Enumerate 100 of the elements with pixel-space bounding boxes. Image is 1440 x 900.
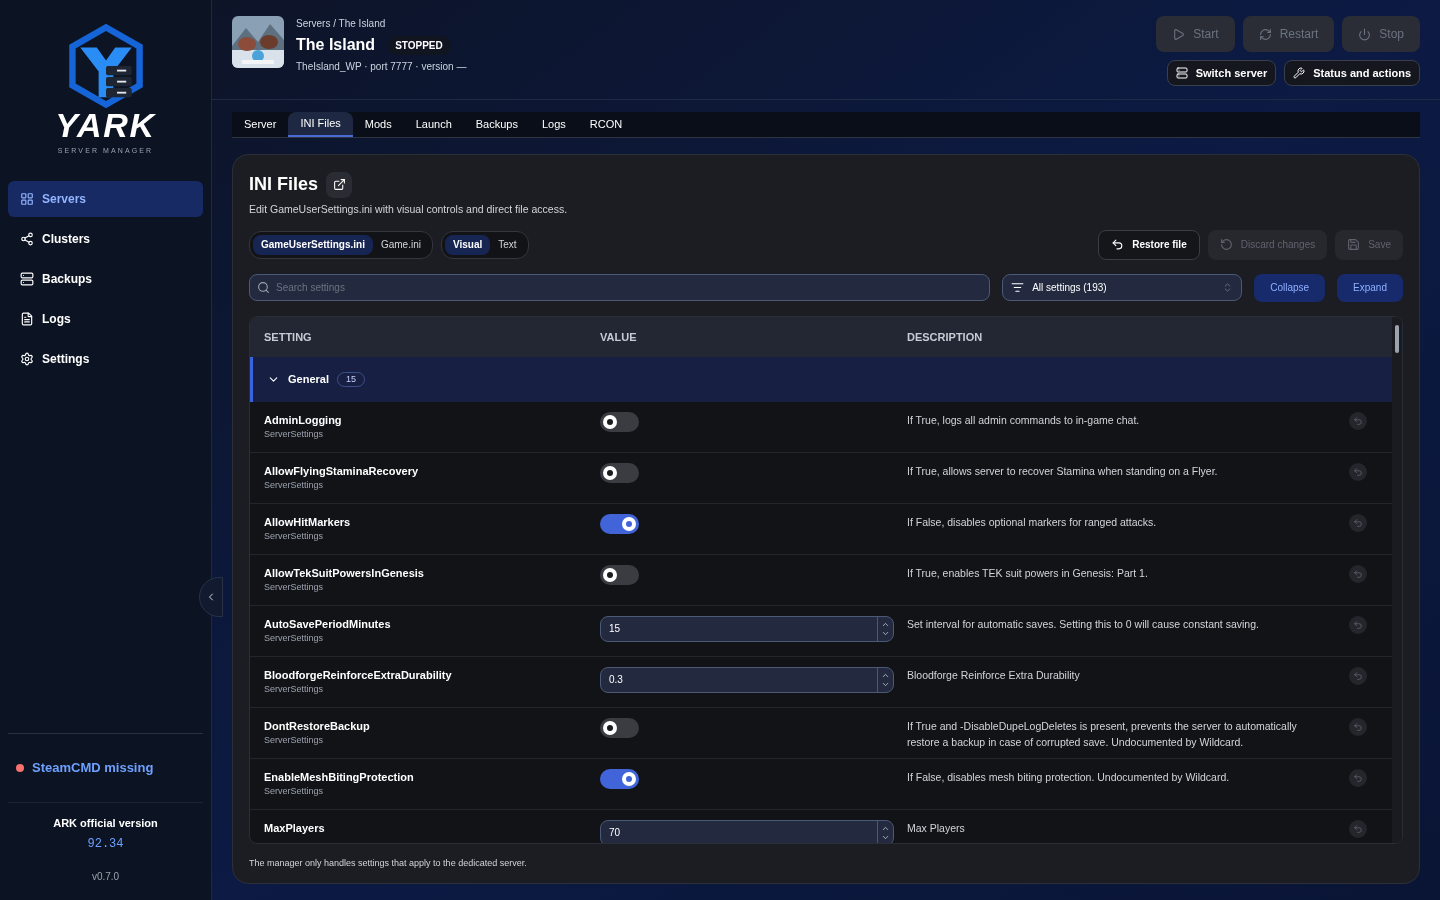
- setting-name: AutoSavePeriodMinutes: [264, 616, 392, 632]
- tab[interactable]: Server: [232, 112, 289, 137]
- grid-icon: [20, 191, 34, 206]
- setting-section: ServerSettings: [264, 632, 600, 646]
- setting-name: AllowHitMarkers: [264, 514, 352, 530]
- undo-icon: [1353, 517, 1363, 528]
- setting-section: ServerSettings: [264, 428, 600, 442]
- panel-footnote: The manager only handles settings that apply to the dedicated server.: [249, 856, 528, 870]
- setting-description: Bloodforge Reinforce Extra Durability: [907, 667, 1081, 683]
- expand-button[interactable]: Expand: [1337, 273, 1403, 302]
- panel-title: INI Files: [249, 173, 319, 196]
- logo-wordmark: YARK: [55, 108, 156, 142]
- tab[interactable]: Backups: [463, 112, 530, 137]
- reset-button[interactable]: [1349, 768, 1367, 787]
- reset-button[interactable]: [1349, 819, 1367, 838]
- undo-icon: [1353, 415, 1363, 426]
- collapse-sidebar-button[interactable]: [199, 576, 223, 617]
- filter-icon: [1011, 281, 1025, 295]
- file-action-button[interactable]: Restore file: [1098, 229, 1200, 260]
- toggle-switch[interactable]: [600, 513, 639, 534]
- panel-description: Edit GameUserSettings.ini with visual controls and direct file access.: [249, 202, 569, 217]
- tab[interactable]: Mods: [352, 112, 404, 137]
- column-header: DESCRIPTION: [907, 329, 984, 345]
- document-icon: [20, 311, 34, 326]
- setting-name: EnableMeshBitingProtection: [264, 769, 415, 785]
- undo-icon: [1353, 823, 1363, 834]
- sidebar-item[interactable]: Servers: [8, 180, 203, 217]
- sidebar-item[interactable]: Clusters: [8, 220, 203, 257]
- group-row[interactable]: General 15: [250, 356, 1392, 402]
- reset-button[interactable]: [1349, 666, 1367, 685]
- setting-section: ServerSettings: [264, 479, 600, 493]
- share-icon: [20, 231, 34, 246]
- server-title: The Island: [296, 35, 376, 55]
- toggle-switch[interactable]: [600, 411, 639, 432]
- number-field[interactable]: 0.3: [600, 666, 894, 693]
- tab[interactable]: RCON: [577, 112, 635, 137]
- reset-button[interactable]: [1349, 717, 1367, 736]
- undo-icon: [1353, 466, 1363, 477]
- sidebar-item[interactable]: Backups: [8, 260, 203, 297]
- setting-description: If True, enables TEK suit powers in Genesis: Part 1.: [907, 565, 1149, 581]
- wrench-icon: [1293, 67, 1306, 79]
- header-link-button[interactable]: Switch server: [1166, 60, 1277, 86]
- setting-description: Max Players: [907, 820, 966, 836]
- filter-select[interactable]: All settings (193): [1002, 274, 1243, 302]
- open-external-button[interactable]: [326, 171, 353, 198]
- setting-description: If True, allows server to recover Stamina when standing on a Flyer.: [907, 463, 1219, 479]
- reset-button[interactable]: [1349, 615, 1367, 634]
- setting-name: MaxPlayers: [264, 820, 326, 836]
- undo-icon: [1353, 721, 1363, 732]
- undo-icon: [1111, 238, 1125, 252]
- rotate-icon: [1219, 238, 1233, 252]
- number-field[interactable]: 70: [600, 819, 894, 843]
- breadcrumb: Servers / The Island: [296, 17, 387, 31]
- toggle-switch[interactable]: [600, 717, 639, 738]
- status-badge: STOPPED: [387, 35, 451, 55]
- version-label: ARK official version: [53, 815, 158, 831]
- tab[interactable]: Logs: [529, 112, 578, 137]
- segment-option[interactable]: Visual: [444, 234, 491, 255]
- column-header: VALUE: [600, 329, 638, 345]
- toggle-switch[interactable]: [600, 564, 639, 585]
- undo-icon: [1353, 772, 1363, 783]
- segment-option[interactable]: Game.ini: [372, 234, 429, 255]
- column-header: SETTING: [264, 329, 313, 345]
- setting-section: ServerSettings: [264, 530, 600, 544]
- reset-button[interactable]: [1349, 564, 1367, 583]
- tab[interactable]: Launch: [403, 112, 464, 137]
- sidebar-item[interactable]: Logs: [8, 300, 203, 337]
- version-value: 92.34: [87, 836, 124, 853]
- setting-description: If False, disables optional markers for ranged attacks.: [907, 514, 1158, 530]
- setting-description: If True, logs all admin commands to in-game chat.: [907, 412, 1141, 428]
- setting-section: ServerSettings: [264, 785, 600, 799]
- undo-icon: [1353, 568, 1363, 579]
- segment-option[interactable]: GameUserSettings.ini: [253, 234, 373, 255]
- search-field[interactable]: Search settings: [249, 274, 991, 302]
- settings-icon: [20, 351, 34, 366]
- setting-section: ServerSettings: [264, 683, 600, 697]
- segment-option[interactable]: Text: [490, 234, 525, 255]
- setting-description: If False, disables mesh biting protection. Undocumented by Wildcard.: [907, 769, 1231, 785]
- setting-section: ServerSettings: [264, 734, 600, 748]
- setting-name: BloodforgeReinforceExtraDurability: [264, 667, 453, 683]
- toggle-switch[interactable]: [600, 462, 639, 483]
- tab[interactable]: INI Files: [288, 112, 353, 137]
- sidebar-item[interactable]: Settings: [8, 340, 203, 377]
- collapse-button[interactable]: Collapse: [1254, 273, 1326, 302]
- external-link-icon: [332, 178, 346, 191]
- setting-name: AdminLogging: [264, 412, 343, 428]
- setting-description: Set interval for automatic saves. Setting this to 0 will cause constant saving.: [907, 616, 1260, 632]
- power-icon: [1358, 27, 1372, 41]
- reset-button[interactable]: [1349, 462, 1367, 481]
- setting-name: AllowFlyingStaminaRecovery: [264, 463, 420, 479]
- setting-name: AllowTekSuitPowersInGenesis: [264, 565, 425, 581]
- toggle-switch[interactable]: [600, 768, 639, 789]
- server-icon: [20, 271, 34, 286]
- undo-icon: [1353, 670, 1363, 681]
- reset-button[interactable]: [1349, 513, 1367, 532]
- reset-button[interactable]: [1349, 411, 1367, 430]
- number-field[interactable]: 15: [600, 615, 894, 642]
- play-icon: [1172, 27, 1186, 41]
- search-icon: [257, 281, 270, 295]
- header-link-button[interactable]: Status and actions: [1284, 60, 1420, 86]
